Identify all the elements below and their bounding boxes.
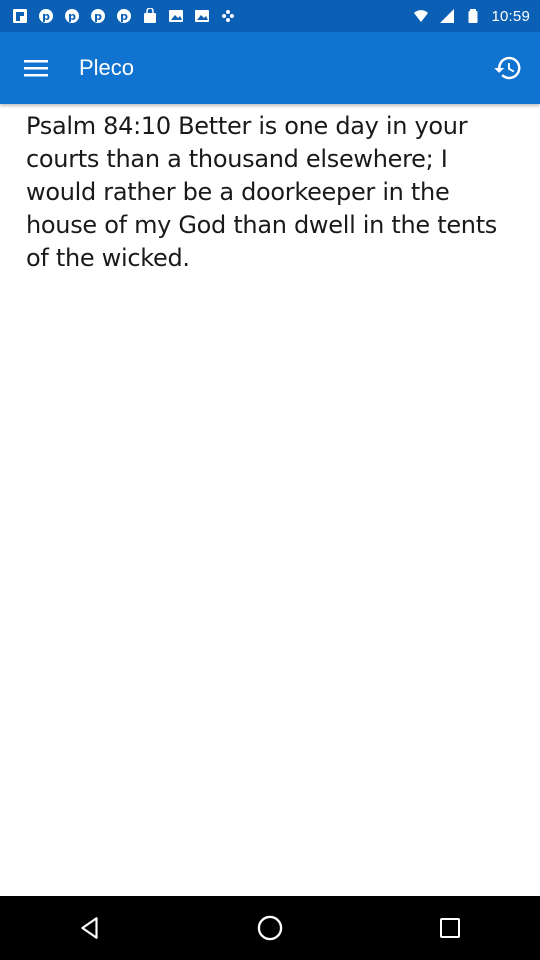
svg-text:p: p: [42, 10, 50, 23]
svg-text:p: p: [94, 10, 102, 23]
pinterest-icon: p: [90, 8, 106, 24]
status-bar: p p p p 10:59: [0, 0, 540, 32]
history-icon: [494, 56, 521, 80]
app-title: Pleco: [79, 55, 135, 80]
bag-icon: [142, 8, 158, 24]
dots-icon: [220, 8, 236, 24]
verse-content: Psalm 84:10 Better is one day in your co…: [26, 110, 516, 275]
menu-icon: [24, 60, 48, 77]
app-bar: Pleco: [0, 32, 540, 104]
history-button[interactable]: [492, 52, 524, 84]
status-time: 10:59: [491, 7, 530, 25]
back-button[interactable]: [66, 904, 114, 952]
menu-button[interactable]: [20, 52, 52, 84]
pinterest-icon: p: [64, 8, 80, 24]
notification-icons: p p p p: [12, 8, 236, 24]
verse-text: Psalm 84:10 Better is one day in your co…: [26, 112, 498, 272]
recents-button[interactable]: [426, 904, 474, 952]
pinterest-icon: p: [38, 8, 54, 24]
wifi-icon: [413, 8, 429, 24]
battery-icon: [465, 8, 481, 24]
home-button[interactable]: [246, 904, 294, 952]
navigation-bar: [0, 896, 540, 960]
svg-text:p: p: [68, 10, 76, 23]
svg-text:p: p: [120, 10, 128, 23]
signal-icon: [439, 8, 455, 24]
recents-icon: [440, 918, 460, 938]
flipboard-icon: [12, 8, 28, 24]
photo-icon: [168, 8, 184, 24]
home-icon: [257, 915, 283, 941]
photo-icon: [194, 8, 210, 24]
system-icons: 10:59: [413, 8, 530, 25]
pinterest-icon: p: [116, 8, 132, 24]
back-icon: [81, 917, 98, 939]
